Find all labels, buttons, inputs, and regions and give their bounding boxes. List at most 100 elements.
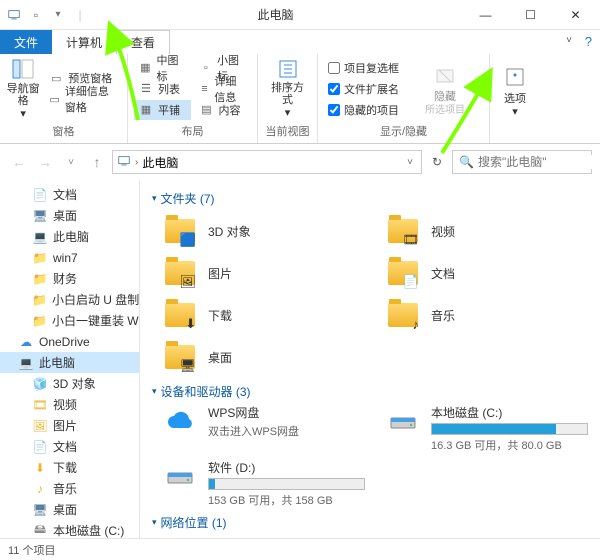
section-network-header[interactable]: ▾网络位置 (1) bbox=[152, 514, 588, 531]
tree-node[interactable]: 🧊3D 对象 bbox=[0, 373, 139, 394]
group-label-panes: 窗格 bbox=[6, 121, 121, 141]
folder-label: 3D 对象 bbox=[208, 223, 251, 240]
folder-item[interactable]: 📄文档 bbox=[385, 253, 588, 293]
help-icon[interactable]: ? bbox=[585, 34, 592, 49]
network-item[interactable]: 天翼网关 bbox=[162, 535, 588, 538]
drive-item[interactable]: 软件 (D:)153 GB 可用，共 158 GB bbox=[162, 459, 365, 508]
forward-button[interactable]: → bbox=[34, 151, 56, 173]
tree-node[interactable]: 🎞视频 bbox=[0, 394, 139, 415]
layout-tiles[interactable]: ▦平铺 bbox=[134, 100, 191, 120]
qat-dropdown[interactable]: ▾ bbox=[50, 7, 66, 23]
main-split: 📄文档🖥桌面💻此电脑📁win7📁财务📁小白启动 U 盘制作步📁小白一键重装 Wi… bbox=[0, 180, 600, 538]
tree-label: 文档 bbox=[53, 186, 77, 203]
folder-item[interactable]: ♪ 音乐 bbox=[385, 295, 588, 335]
tree-label: 下载 bbox=[53, 459, 77, 476]
folder-icon: 📁 bbox=[32, 271, 48, 287]
tab-file[interactable]: 文件 bbox=[0, 30, 52, 54]
tree-node[interactable]: 🖥桌面 bbox=[0, 499, 139, 520]
item-checkboxes-toggle[interactable]: 项目复选框 bbox=[324, 58, 416, 78]
folder-item[interactable]: 🎞视频 bbox=[385, 211, 588, 251]
section-drives-header[interactable]: ▾设备和驱动器 (3) bbox=[152, 383, 588, 400]
layout-content[interactable]: ▤内容 bbox=[195, 100, 252, 120]
sort-icon bbox=[274, 58, 302, 80]
nav-tree[interactable]: 📄文档🖥桌面💻此电脑📁win7📁财务📁小白启动 U 盘制作步📁小白一键重装 Wi… bbox=[0, 180, 140, 538]
recent-locations-button[interactable]: ˅ bbox=[60, 151, 82, 173]
folder-item[interactable]: 🖥桌面 bbox=[162, 337, 365, 377]
pc-icon[interactable] bbox=[6, 7, 22, 23]
doc-icon: 📄 bbox=[32, 439, 48, 455]
details-pane-button[interactable]: ▭详细信息窗格 bbox=[44, 89, 121, 109]
folder-icon: 🟦 bbox=[162, 213, 198, 249]
tab-computer[interactable]: 计算机 bbox=[52, 30, 116, 54]
tree-node[interactable]: ♪音乐 bbox=[0, 478, 139, 499]
address-dropdown-icon[interactable]: ˅ bbox=[403, 157, 417, 168]
layout-details[interactable]: ≡详细信息 bbox=[195, 79, 252, 99]
address-input[interactable] bbox=[142, 155, 399, 169]
list-icon: ☰ bbox=[138, 81, 154, 97]
nav-pane-icon bbox=[9, 57, 37, 81]
address-bar[interactable]: › ˅ bbox=[112, 150, 422, 174]
drive-item[interactable]: 本地磁盘 (C:)16.3 GB 可用，共 80.0 GB bbox=[385, 404, 588, 453]
drive-item[interactable]: WPS网盘双击进入WPS网盘 bbox=[162, 404, 365, 453]
tree-label: OneDrive bbox=[39, 335, 90, 349]
content-pane[interactable]: ▾文件夹 (7) 🟦 3D 对象 🎞视频 🖼图片 📄文档 ⬇下载 ♪ 音乐 🖥桌面 ▾设备和驱动… bbox=[140, 180, 600, 538]
tree-node[interactable]: 📁小白启动 U 盘制作步 bbox=[0, 289, 139, 310]
folder-item[interactable]: 🟦 3D 对象 bbox=[162, 211, 365, 251]
tree-node[interactable]: ☁OneDrive bbox=[0, 331, 139, 352]
minimize-button[interactable]: — bbox=[463, 0, 508, 30]
hide-icon bbox=[431, 61, 459, 89]
tree-node[interactable]: 📄文档 bbox=[0, 184, 139, 205]
tree-label: 桌面 bbox=[53, 207, 77, 224]
drive-sub: 16.3 GB 可用，共 80.0 GB bbox=[431, 437, 588, 453]
qat-item[interactable]: ▫ bbox=[28, 7, 44, 23]
tree-node[interactable]: 📄文档 bbox=[0, 436, 139, 457]
layout-xl-icons[interactable]: ▦中图标 bbox=[134, 58, 191, 78]
folder-label: 音乐 bbox=[431, 307, 455, 324]
tree-node[interactable]: 📁win7 bbox=[0, 247, 139, 268]
window-title: 此电脑 bbox=[88, 6, 463, 23]
chevron-right-icon[interactable]: › bbox=[135, 157, 138, 168]
options-button[interactable]: 选项▾ bbox=[496, 61, 534, 121]
tree-node[interactable]: 💻此电脑 bbox=[0, 226, 139, 247]
maximize-button[interactable]: ☐ bbox=[508, 0, 553, 30]
tree-label: 音乐 bbox=[53, 480, 77, 497]
tree-node[interactable]: ⬇下载 bbox=[0, 457, 139, 478]
sort-by-button[interactable]: 排序方式▾ bbox=[267, 59, 309, 119]
file-ext-toggle[interactable]: 文件扩展名 bbox=[324, 79, 416, 99]
tree-node[interactable]: 🖴本地磁盘 (C:) bbox=[0, 520, 139, 538]
tree-node[interactable]: 📁财务 bbox=[0, 268, 139, 289]
layout-list[interactable]: ☰列表 bbox=[134, 79, 191, 99]
drive-icon bbox=[385, 404, 421, 440]
back-button[interactable]: ← bbox=[8, 151, 30, 173]
tree-node[interactable]: 🖼图片 bbox=[0, 415, 139, 436]
close-button[interactable]: ✕ bbox=[553, 0, 598, 30]
group-label-current-view: 当前视图 bbox=[264, 121, 311, 141]
tab-view[interactable]: 查看 bbox=[116, 30, 170, 54]
search-box[interactable]: 🔍 bbox=[452, 150, 592, 174]
folder-label: 视频 bbox=[431, 223, 455, 240]
folder-item[interactable]: 🖼图片 bbox=[162, 253, 365, 293]
title-bar: ▫ ▾ | 此电脑 — ☐ ✕ bbox=[0, 0, 600, 30]
nav-pane-button[interactable]: 导航窗格▾ bbox=[6, 59, 40, 119]
up-button[interactable]: ↑ bbox=[86, 151, 108, 173]
folder-label: 文档 bbox=[431, 265, 455, 282]
folder-item[interactable]: ⬇下载 bbox=[162, 295, 365, 335]
desktop-icon: 🖥 bbox=[32, 502, 48, 518]
desktop-icon: 🖥 bbox=[32, 208, 48, 224]
tree-node[interactable]: 💻此电脑 bbox=[0, 352, 139, 373]
tree-label: win7 bbox=[53, 251, 78, 265]
section-folders-header[interactable]: ▾文件夹 (7) bbox=[152, 190, 588, 207]
drive-icon bbox=[162, 404, 198, 440]
folder-icon: ♪ bbox=[385, 297, 421, 333]
collapse-icon: ▾ bbox=[152, 386, 157, 397]
search-input[interactable] bbox=[478, 155, 600, 169]
collapse-icon: ▾ bbox=[152, 517, 157, 528]
hide-selected-button[interactable]: 隐藏所选项目 bbox=[420, 59, 470, 119]
status-text: 11 个项目 bbox=[8, 542, 55, 558]
refresh-button[interactable]: ↻ bbox=[426, 151, 448, 173]
tree-node[interactable]: 📁小白一键重装 Win10 bbox=[0, 310, 139, 331]
quick-access-toolbar: ▫ ▾ | bbox=[2, 7, 88, 23]
tree-node[interactable]: 🖥 桌面 bbox=[0, 205, 139, 226]
ribbon-collapse-icon[interactable]: ˅ bbox=[566, 35, 572, 46]
hidden-items-toggle[interactable]: 隐藏的项目 bbox=[324, 100, 416, 120]
